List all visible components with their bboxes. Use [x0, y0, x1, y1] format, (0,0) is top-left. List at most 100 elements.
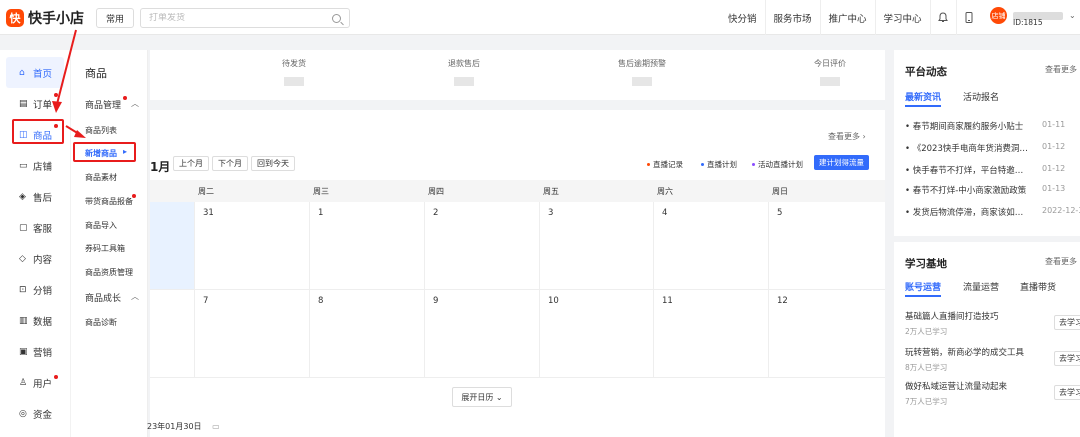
day-cell[interactable]: 4: [654, 202, 769, 290]
legend-live-plan[interactable]: 直播计划: [701, 159, 737, 170]
legend-dot: [752, 163, 755, 166]
day-cell[interactable]: 5: [769, 202, 885, 290]
day-cell[interactable]: 2: [425, 202, 540, 290]
calendar-more-link[interactable]: 查看更多 ›: [828, 131, 866, 142]
stat-value-blurred: [632, 77, 652, 86]
legend-dot: [701, 163, 704, 166]
nav-label: 营销: [33, 347, 53, 359]
news-item[interactable]: • 春节期间商家履约服务小贴士 01-11: [905, 120, 1080, 132]
day-number: 7: [203, 296, 209, 306]
sub-item-product-diagnosis[interactable]: 商品诊断: [85, 317, 117, 328]
chevron-up-icon[interactable]: ︿: [131, 291, 139, 302]
day-cell[interactable]: 7: [195, 290, 310, 378]
course-title: 基础篇人直播间打造技巧: [905, 312, 999, 322]
day-cell[interactable]: 9: [425, 290, 540, 378]
users-badge-dot: [54, 375, 58, 379]
study-button[interactable]: 去学习: [1054, 315, 1080, 330]
stat-refund[interactable]: 退款售后: [434, 58, 494, 86]
nav-item-funds[interactable]: ◎ 资金: [0, 398, 70, 429]
nav-item-service[interactable]: ▢ 客服: [0, 212, 70, 243]
day-cell[interactable]: 10: [540, 290, 654, 378]
stat-label: 今日评价: [814, 59, 846, 68]
tab-traffic-ops[interactable]: 流量运营: [963, 280, 999, 293]
nav-kuaifenxiao[interactable]: 快分销: [720, 0, 765, 35]
platform-more-link[interactable]: 查看更多: [1045, 64, 1077, 75]
nav-item-distribution[interactable]: ⊡ 分销: [0, 274, 70, 305]
create-plan-button[interactable]: 建计划得流量: [814, 155, 869, 170]
tab-underline: [905, 295, 941, 297]
day-cell[interactable]: 8: [310, 290, 425, 378]
nav-label: 店铺: [33, 161, 53, 173]
nav-learning-center[interactable]: 学习中心: [874, 0, 930, 35]
expand-label: 展开日历: [461, 392, 494, 402]
day-cell[interactable]: 3: [540, 202, 654, 290]
day-cell[interactable]: 31: [195, 202, 310, 290]
search-box[interactable]: [140, 8, 350, 28]
day-cell[interactable]: [150, 290, 195, 378]
nav-label: 分销: [33, 285, 53, 297]
bell-icon[interactable]: [929, 0, 956, 35]
nav-label: 内容: [33, 254, 53, 266]
course-learners: 7万人已学习: [905, 397, 948, 406]
tab-account-ops[interactable]: 账号运营: [905, 280, 941, 293]
content-icon: ◇: [19, 253, 26, 264]
course-item[interactable]: 做好私域运营让流量动起来 7万人已学习: [905, 380, 1007, 407]
day-cell[interactable]: 11: [654, 290, 769, 378]
today-button[interactable]: 回到今天: [251, 156, 295, 171]
nav-label: 售后: [33, 192, 53, 204]
stat-pending-shipment[interactable]: 待发货: [264, 58, 324, 86]
nav-item-content[interactable]: ◇ 内容: [0, 243, 70, 274]
legend-activity-plan[interactable]: 活动直播计划: [752, 159, 803, 170]
calendar-icon[interactable]: ▭: [212, 422, 220, 431]
stat-today-reviews[interactable]: 今日评价: [800, 58, 860, 86]
group-product-growth[interactable]: 商品成长: [85, 291, 121, 304]
tab-live-selling[interactable]: 直播带货: [1020, 280, 1056, 293]
tab-activity-signup[interactable]: 活动报名: [963, 90, 999, 103]
news-date: 2022-12-30: [1042, 206, 1080, 215]
course-item[interactable]: 玩转营销，新商必学的成交工具 8万人已学习: [905, 346, 1024, 373]
day-number: 11: [662, 296, 673, 306]
nav-item-users[interactable]: ♙ 用户: [0, 367, 70, 398]
top-bar: 快 快手小店 常用 快分销 服务市场 推广中心 学习中心 店铺 ⌄ ID:181…: [0, 0, 1080, 35]
day-cell[interactable]: 12: [769, 290, 885, 378]
search-input[interactable]: [149, 13, 329, 23]
legend-label: 直播计划: [707, 160, 737, 169]
legend-dot: [647, 163, 650, 166]
sub-item-product-import[interactable]: 商品导入: [85, 220, 117, 231]
news-item[interactable]: • 发货后物流停滞，商家该如…2022-12-30: [905, 206, 1080, 218]
course-item[interactable]: 基础篇人直播间打造技巧 2万人已学习: [905, 310, 999, 337]
nav-item-data[interactable]: ▥ 数据: [0, 305, 70, 336]
sub-item-product-material[interactable]: 商品素材: [85, 172, 117, 183]
nav-promotion-center[interactable]: 推广中心: [819, 0, 875, 35]
news-item[interactable]: • 快手春节不打烊，平台特邀… 01-12: [905, 164, 1080, 176]
search-icon[interactable]: [332, 14, 341, 23]
stat-label: 待发货: [282, 59, 306, 68]
tab-latest-news[interactable]: 最新资讯: [905, 90, 941, 103]
news-title: 发货后物流停滞，商家该如…: [912, 208, 1024, 218]
phone-icon[interactable]: [955, 0, 982, 35]
day-cell-today[interactable]: [150, 202, 195, 290]
study-button[interactable]: 去学习: [1054, 351, 1080, 366]
annotation-arrows: [52, 29, 86, 138]
sub-item-qualification[interactable]: 商品资质管理: [85, 267, 133, 278]
study-button[interactable]: 去学习: [1054, 385, 1080, 400]
user-id: ID:1815: [1013, 18, 1043, 27]
course-title: 玩转营销，新商必学的成交工具: [905, 348, 1025, 358]
nav-item-aftersale[interactable]: ◈ 售后: [0, 181, 70, 212]
next-month-button[interactable]: 下个月: [212, 156, 248, 171]
learning-panel: 学习基地 查看更多 账号运营 流量运营 直播带货 基础篇人直播间打造技巧 2万人…: [894, 242, 1080, 437]
day-number: 3: [548, 208, 554, 218]
news-item[interactable]: • 春节不打烊-中小商家激励政策 01-13: [905, 184, 1080, 196]
expand-calendar-button[interactable]: 展开日历 ⌄: [452, 387, 512, 407]
user-menu[interactable]: 店铺 ⌄ ID:1815: [990, 7, 1076, 27]
day-cell[interactable]: 1: [310, 202, 425, 290]
nav-item-marketing[interactable]: ▣ 营销: [0, 336, 70, 367]
news-item[interactable]: • 《2023快手电商年货消费洞… 01-12: [905, 142, 1080, 154]
prev-month-button[interactable]: 上个月: [173, 156, 209, 171]
learning-more-link[interactable]: 查看更多: [1045, 256, 1077, 267]
nav-service-market[interactable]: 服务市场: [764, 0, 820, 35]
sub-item-coupon-toolbox[interactable]: 券码工具箱: [85, 243, 125, 254]
legend-live-record[interactable]: 直播记录: [647, 159, 683, 170]
sub-item-product-report[interactable]: 带货商品报备: [85, 196, 133, 207]
stat-overdue-warning[interactable]: 售后逾期预警: [612, 58, 672, 86]
